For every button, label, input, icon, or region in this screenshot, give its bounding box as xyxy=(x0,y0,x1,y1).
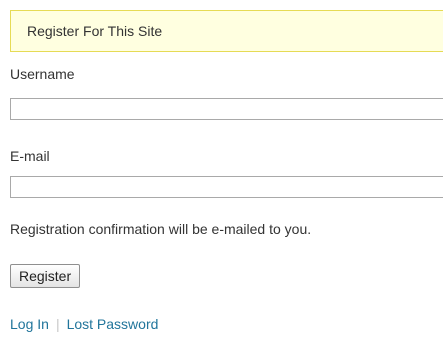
lost-password-link[interactable]: Lost Password xyxy=(67,316,159,332)
register-notice-text: Register For This Site xyxy=(27,23,163,39)
email-label: E-mail xyxy=(10,148,50,164)
username-label: Username xyxy=(10,66,75,82)
register-notice: Register For This Site xyxy=(10,10,443,52)
bottom-links: Log In | Lost Password xyxy=(10,316,158,332)
email-input[interactable] xyxy=(10,176,443,198)
registration-message: Registration confirmation will be e-mail… xyxy=(10,221,312,237)
register-button[interactable]: Register xyxy=(10,264,81,288)
username-input[interactable] xyxy=(10,98,443,120)
link-separator: | xyxy=(55,316,60,332)
log-in-link[interactable]: Log In xyxy=(10,316,49,332)
